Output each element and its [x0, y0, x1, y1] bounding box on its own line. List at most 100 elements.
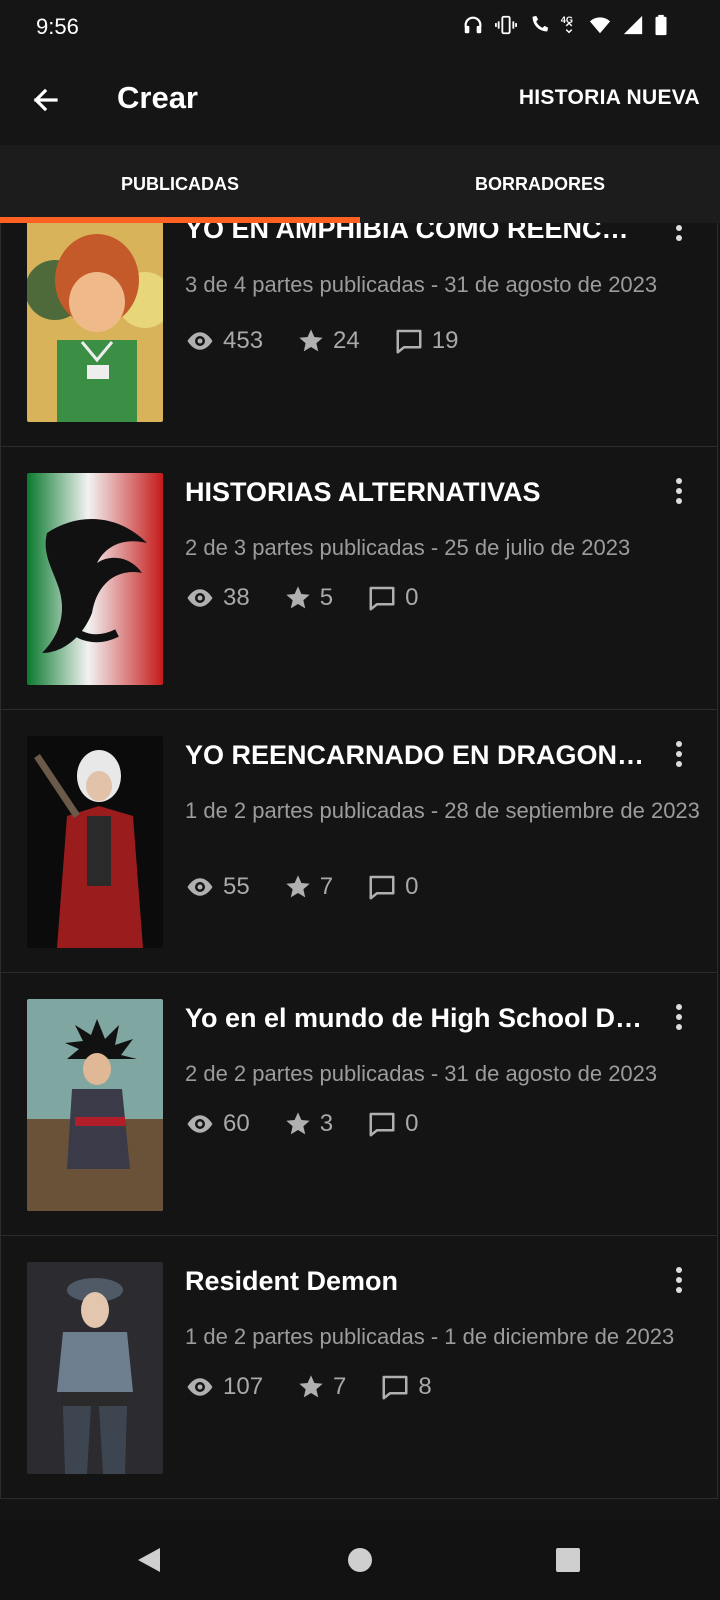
comment-icon [369, 586, 395, 611]
comments-count: 8 [418, 1373, 432, 1400]
story-meta: 2 de 3 partes publicadas - 25 de julio d… [185, 535, 631, 560]
votes-count: 5 [319, 584, 334, 611]
nav-recents-button[interactable] [554, 1546, 582, 1579]
new-story-button[interactable]: HISTORIA NUEVA [519, 86, 700, 110]
headphones-icon [464, 16, 482, 34]
status-bar: 9:56 4G [0, 0, 720, 56]
views-count: 107 [223, 1373, 264, 1400]
back-button[interactable] [26, 80, 66, 120]
views-count: 60 [223, 1110, 250, 1137]
story-cover[interactable] [27, 473, 163, 685]
tab-drafts[interactable]: BORRADORES [360, 145, 720, 223]
story-item[interactable]: YO EN AMPHIBIA COMO REENCARNADO EN... 3 … [0, 223, 718, 447]
more-vertical-icon [676, 1004, 682, 1030]
story-cover[interactable] [27, 223, 163, 422]
comment-icon [369, 875, 395, 900]
eye-icon [187, 878, 213, 896]
story-meta: 1 de 2 partes publicadas - 1 de diciembr… [185, 1324, 675, 1349]
status-time: 9:56 [36, 14, 79, 39]
votes-stat: 7 [297, 1373, 346, 1401]
recents-nav-icon [556, 1548, 580, 1572]
back-nav-icon [138, 1548, 160, 1572]
eye-icon [187, 1378, 213, 1396]
views-count: 55 [223, 873, 250, 900]
eye-icon [187, 589, 213, 607]
more-options-button[interactable] [667, 738, 691, 774]
story-title[interactable]: YO EN AMPHIBIA COMO REENCARNADO EN... [185, 223, 645, 245]
cover-image [27, 473, 163, 685]
story-title[interactable]: HISTORIAS ALTERNATIVAS [185, 477, 645, 508]
views-stat: 453 [185, 326, 263, 356]
story-meta: 3 de 4 partes publicadas - 31 de agosto … [185, 272, 658, 297]
star-icon [299, 1375, 323, 1398]
story-list[interactable]: YO EN AMPHIBIA COMO REENCARNADO EN... 3 … [0, 223, 720, 1520]
more-options-button[interactable] [667, 223, 691, 248]
views-stat: 38 [185, 583, 250, 613]
story-title[interactable]: Yo en el mundo de High School DxD... [185, 1003, 645, 1034]
more-options-button[interactable] [667, 475, 691, 511]
app-bar: Crear HISTORIA NUEVA [0, 56, 720, 142]
comments-count: 0 [405, 1110, 419, 1137]
star-icon [286, 875, 310, 898]
more-options-button[interactable] [667, 1001, 691, 1037]
svg-text:4G: 4G [561, 15, 573, 25]
comments-count: 0 [405, 873, 419, 900]
views-stat: 107 [185, 1372, 263, 1402]
comments-stat: 19 [394, 326, 459, 356]
story-item[interactable]: YO REENCARNADO EN DRAGON BALL... 1 de 2 … [0, 709, 718, 973]
more-vertical-icon [676, 741, 682, 767]
more-vertical-icon [676, 1267, 682, 1293]
comments-stat: 8 [380, 1372, 432, 1402]
story-stats: 453 24 19 [185, 326, 492, 356]
cover-image [27, 736, 163, 948]
story-cover[interactable] [27, 1262, 163, 1474]
votes-stat: 7 [284, 873, 333, 901]
comments-count: 0 [405, 584, 419, 611]
status-icons: 4G [462, 14, 668, 36]
story-stats: 60 3 0 [185, 1109, 452, 1139]
views-stat: 60 [185, 1109, 250, 1139]
signal-icon [623, 15, 643, 35]
wifi-calling-icon [532, 15, 549, 32]
comment-icon [382, 1375, 408, 1400]
4g-icon: 4G [561, 15, 573, 34]
more-vertical-icon [676, 225, 682, 241]
comments-count: 19 [431, 327, 459, 354]
views-stat: 55 [185, 872, 250, 902]
comment-icon [396, 329, 422, 354]
nav-home-button[interactable] [346, 1546, 374, 1579]
story-cover[interactable] [27, 999, 163, 1211]
comments-stat: 0 [367, 583, 418, 613]
tab-bar: PUBLICADAS BORRADORES [0, 145, 720, 223]
comments-stat: 0 [367, 872, 418, 902]
more-options-button[interactable] [667, 1264, 691, 1300]
story-item[interactable]: Resident Demon 1 de 2 partes publicadas … [0, 1235, 718, 1499]
story-title[interactable]: YO REENCARNADO EN DRAGON BALL... [185, 740, 645, 771]
votes-stat: 3 [284, 1110, 333, 1138]
story-item[interactable]: Yo en el mundo de High School DxD... 2 d… [0, 972, 718, 1236]
votes-count: 7 [319, 873, 334, 900]
comment-icon [369, 1112, 395, 1137]
story-title[interactable]: Resident Demon [185, 1266, 645, 1297]
story-stats: 38 5 0 [185, 583, 452, 613]
vibrate-icon [495, 15, 517, 35]
story-cover[interactable] [27, 736, 163, 948]
star-icon [299, 329, 323, 352]
story-meta: 2 de 2 partes publicadas - 31 de agosto … [185, 1061, 658, 1086]
votes-count: 3 [319, 1110, 334, 1137]
story-stats: 55 7 0 [185, 872, 452, 902]
story-item[interactable]: HISTORIAS ALTERNATIVAS 2 de 3 partes pub… [0, 446, 718, 710]
votes-count: 24 [333, 327, 360, 354]
comments-stat: 0 [367, 1109, 418, 1139]
nav-back-button[interactable] [134, 1542, 164, 1583]
story-meta: 1 de 2 partes publicadas - 28 de septiem… [185, 798, 700, 823]
eye-icon [187, 332, 213, 350]
views-count: 453 [223, 327, 264, 354]
eye-icon [187, 1115, 213, 1133]
more-vertical-icon [676, 478, 682, 504]
votes-stat: 24 [297, 327, 360, 355]
cover-image [27, 223, 163, 422]
tab-published[interactable]: PUBLICADAS [0, 145, 360, 223]
views-count: 38 [223, 584, 250, 611]
arrow-back-icon [33, 88, 58, 112]
